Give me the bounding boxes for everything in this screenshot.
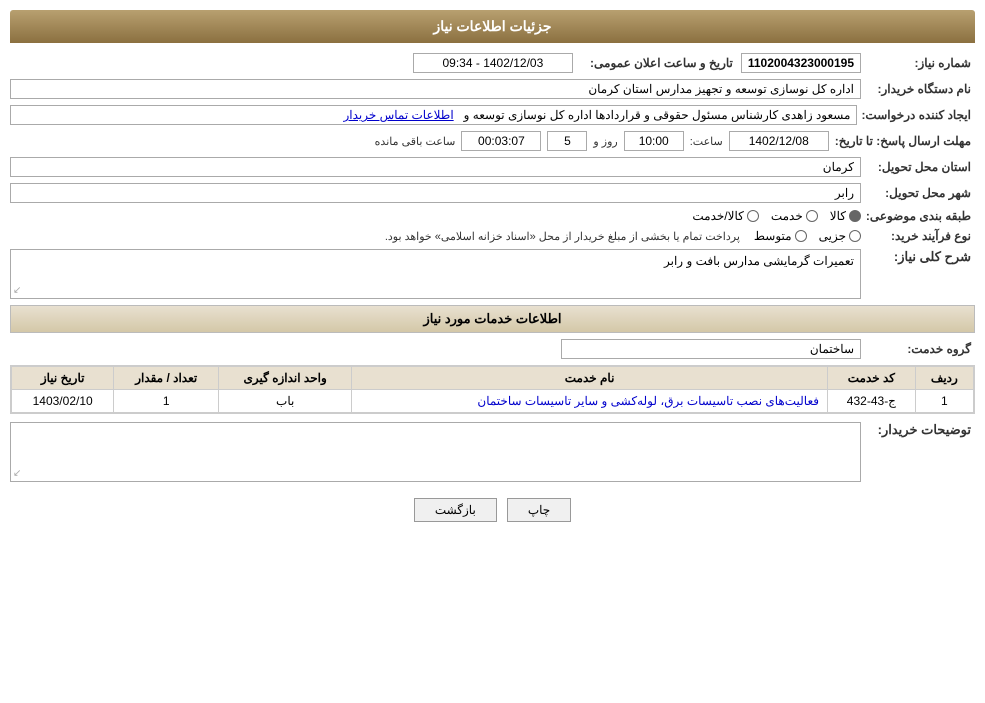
service-group-value: ساختمان: [561, 339, 861, 359]
back-button[interactable]: بازگشت: [414, 498, 497, 522]
cell-date: 1403/02/10: [12, 390, 114, 413]
category-kala-khedmat[interactable]: کالا/خدمت: [692, 209, 758, 223]
buyer-notes-box: [10, 422, 861, 482]
province-label: استان محل تحویل:: [865, 160, 975, 174]
city-label: شهر محل تحویل:: [865, 186, 975, 200]
category-kala-khedmat-label: کالا/خدمت: [692, 209, 743, 223]
col-header-code: کد خدمت: [828, 367, 916, 390]
request-number-label: شماره نیاز:: [865, 56, 975, 70]
page-title: جزئیات اطلاعات نیاز: [433, 18, 551, 34]
category-kala-label: کالا: [830, 209, 846, 223]
province-value: کرمان: [10, 157, 861, 177]
deadline-remaining-label: ساعت باقی مانده: [375, 135, 456, 148]
col-header-quantity: تعداد / مقدار: [114, 367, 219, 390]
service-group-label: گروه خدمت:: [865, 342, 975, 356]
print-button[interactable]: چاپ: [507, 498, 571, 522]
purchase-type-jozi[interactable]: جزیی: [819, 229, 861, 243]
category-options: کالا خدمت کالا/خدمت: [692, 209, 861, 223]
cell-row: 1: [915, 390, 973, 413]
buyer-org-label: نام دستگاه خریدار:: [865, 82, 975, 96]
deadline-days: 5: [547, 131, 587, 151]
purchase-type-note: پرداخت تمام یا بخشی از مبلغ خریدار از مح…: [385, 230, 740, 243]
buyer-org-value: اداره کل نوسازی توسعه و تجهیز مدارس استا…: [10, 79, 861, 99]
announcement-date-label: تاریخ و ساعت اعلان عمومی:: [577, 56, 737, 70]
creator-value: مسعود زاهدی کارشناس مسئول حقوقی و قراردا…: [10, 105, 857, 125]
category-kala-khedmat-radio: [747, 210, 759, 222]
buyer-notes-label: توضیحات خریدار:: [865, 422, 975, 438]
col-header-name: نام خدمت: [352, 367, 828, 390]
category-kala[interactable]: کالا: [830, 209, 861, 223]
page-header: جزئیات اطلاعات نیاز: [10, 10, 975, 43]
creator-label: ایجاد کننده درخواست:: [861, 108, 975, 122]
purchase-type-motavasset-label: متوسط: [754, 229, 792, 243]
cell-quantity: 1: [114, 390, 219, 413]
description-section-label: شرح کلی نیاز:: [865, 249, 975, 265]
deadline-remaining: 00:03:07: [461, 131, 541, 151]
deadline-date: 1402/12/08: [729, 131, 829, 151]
deadline-label: مهلت ارسال پاسخ: تا تاریخ:: [835, 134, 975, 148]
category-label: طبقه بندی موضوعی:: [865, 209, 975, 223]
announcement-date-value: 1402/12/03 - 09:34: [413, 53, 573, 73]
footer-buttons: چاپ بازگشت: [10, 498, 975, 522]
table-row: 1 ج-43-432 فعالیت‌های نصب تاسیسات برق، ل…: [12, 390, 974, 413]
cell-code: ج-43-432: [828, 390, 916, 413]
services-section-title: اطلاعات خدمات مورد نیاز: [10, 305, 975, 333]
col-header-date: تاریخ نیاز: [12, 367, 114, 390]
purchase-type-motavasset[interactable]: متوسط: [754, 229, 807, 243]
category-khedmat[interactable]: خدمت: [771, 209, 818, 223]
cell-unit: باب: [219, 390, 352, 413]
creator-contact-link[interactable]: اطلاعات تماس خریدار: [343, 108, 453, 122]
category-kala-radio: [849, 210, 861, 222]
services-table: ردیف کد خدمت نام خدمت واحد اندازه گیری ت…: [10, 365, 975, 414]
purchase-type-options: جزیی متوسط: [754, 229, 861, 243]
deadline-time-label: ساعت:: [690, 135, 723, 148]
description-box: تعمیرات گرمایشی مدارس بافت و رابر: [10, 249, 861, 299]
deadline-days-label: روز و: [593, 135, 617, 148]
cell-name: فعالیت‌های نصب تاسیسات برق، لوله‌کشی و س…: [352, 390, 828, 413]
purchase-type-jozi-label: جزیی: [819, 229, 846, 243]
request-number-value: 1102004323000195: [741, 53, 861, 73]
deadline-time: 10:00: [624, 131, 684, 151]
description-value: تعمیرات گرمایشی مدارس بافت و رابر: [664, 254, 854, 268]
purchase-type-label: نوع فرآیند خرید:: [865, 229, 975, 243]
category-khedmat-label: خدمت: [771, 209, 803, 223]
col-header-row: ردیف: [915, 367, 973, 390]
col-header-unit: واحد اندازه گیری: [219, 367, 352, 390]
category-khedmat-radio: [806, 210, 818, 222]
purchase-type-motavasset-radio: [795, 230, 807, 242]
purchase-type-jozi-radio: [849, 230, 861, 242]
city-value: رابر: [10, 183, 861, 203]
